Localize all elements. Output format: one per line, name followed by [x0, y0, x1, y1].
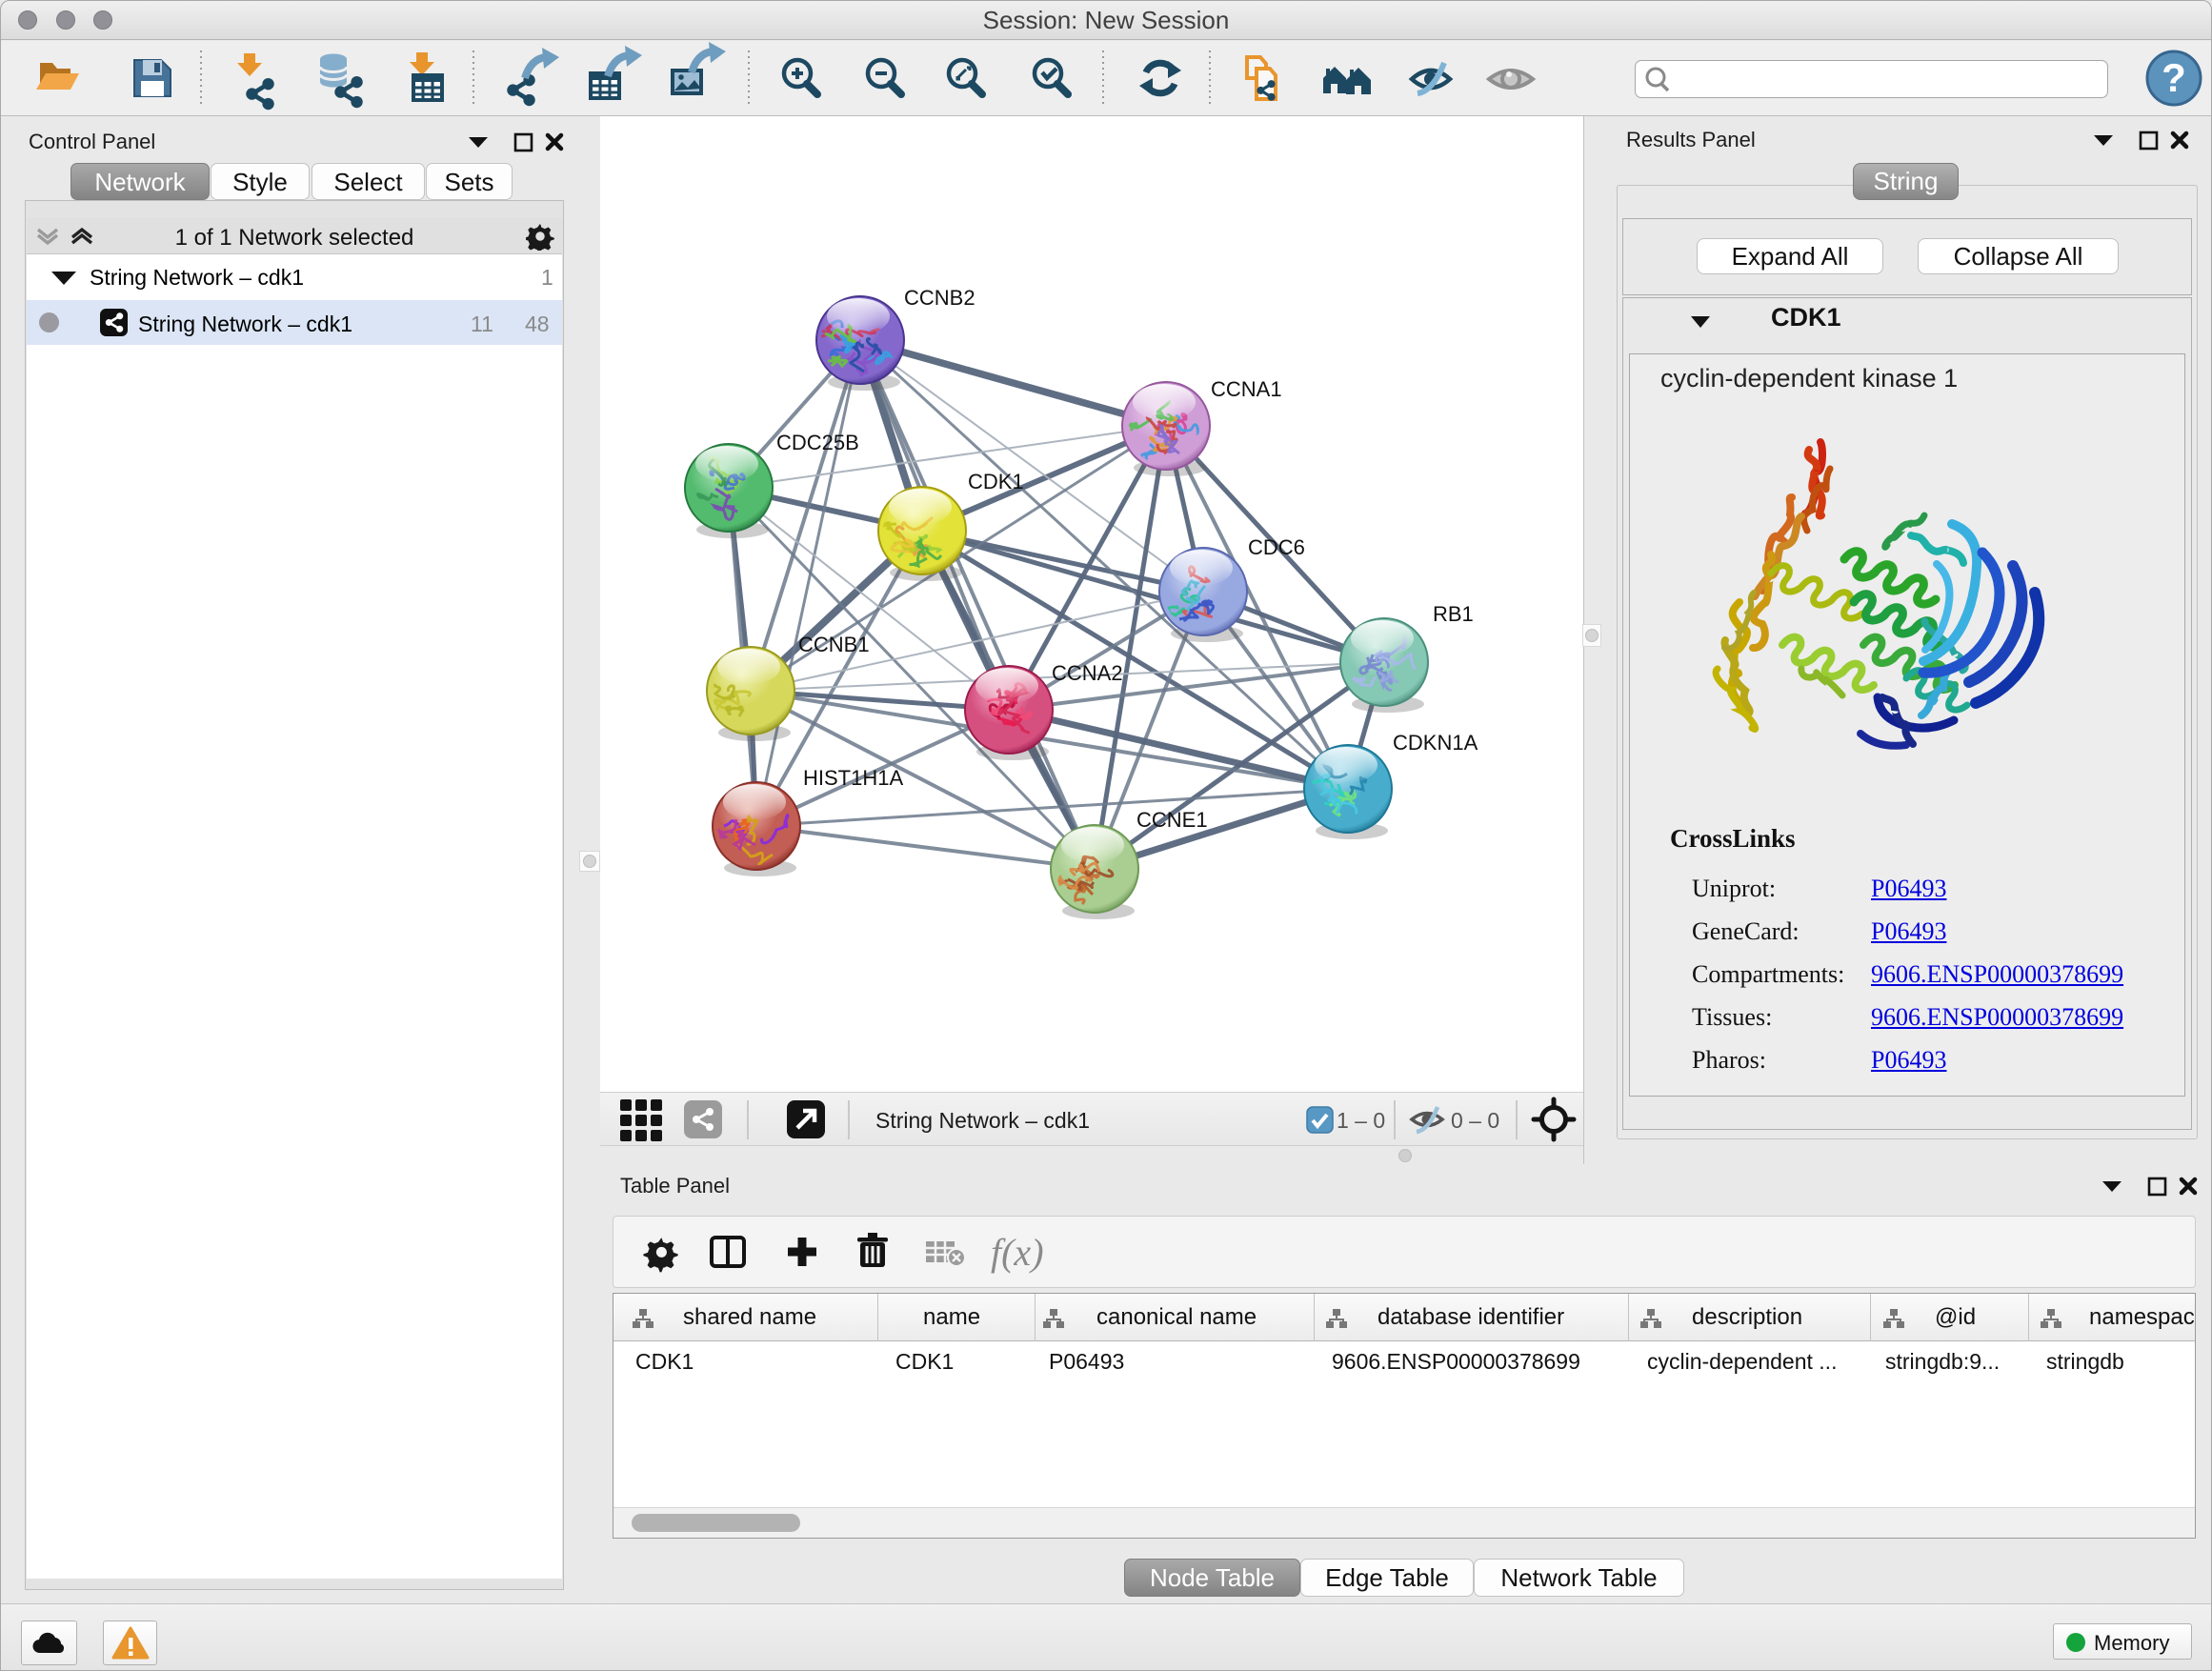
svg-text:String Network – cdk1: String Network – cdk1	[875, 1108, 1090, 1133]
svg-text:f(x): f(x)	[991, 1231, 1044, 1274]
svg-text:CCNB1: CCNB1	[798, 633, 870, 656]
svg-text:CDK1: CDK1	[968, 470, 1024, 493]
svg-text:CCNA2: CCNA2	[1052, 661, 1123, 685]
svg-text:?: ?	[2162, 55, 2186, 100]
svg-text:RB1: RB1	[1433, 602, 1474, 626]
svg-text:1 – 0: 1 – 0	[1337, 1108, 1385, 1133]
svg-text:0 – 0: 0 – 0	[1451, 1108, 1499, 1133]
svg-text:CDKN1A: CDKN1A	[1393, 731, 1478, 755]
svg-text:CDC6: CDC6	[1248, 535, 1305, 559]
svg-text:HIST1H1A: HIST1H1A	[803, 766, 903, 790]
svg-text:CCNB2: CCNB2	[904, 286, 975, 310]
svg-text:CDC25B: CDC25B	[776, 431, 859, 454]
svg-text:CCNE1: CCNE1	[1136, 808, 1208, 832]
svg-text:CCNA1: CCNA1	[1211, 377, 1282, 401]
